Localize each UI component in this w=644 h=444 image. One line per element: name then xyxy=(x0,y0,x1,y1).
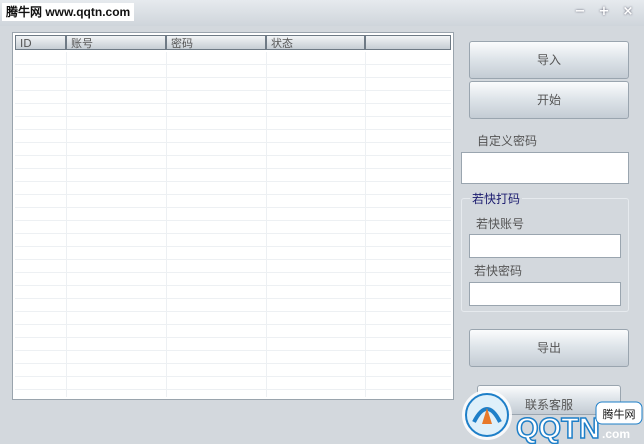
watermark-label: 腾牛网 www.qqtn.com xyxy=(2,3,135,21)
column-header-account[interactable]: 账号 xyxy=(66,35,166,50)
quick-password-label: 若快密码 xyxy=(474,264,523,278)
column-header-status[interactable]: 状态 xyxy=(266,35,365,50)
custom-password-label: 自定义密码 xyxy=(477,134,538,148)
logo-wordmark: QQTN xyxy=(516,413,600,444)
quick-account-input[interactable] xyxy=(469,234,621,258)
quick-account-label: 若快账号 xyxy=(476,217,525,231)
qqtn-logo: QQTN .com 腾牛网 xyxy=(462,390,643,444)
table-header: ID 账号 密码 状态 xyxy=(15,35,451,51)
quick-captcha-group-title: 若快打码 xyxy=(470,190,523,207)
logo-dotcom: .com xyxy=(602,427,630,441)
title-bar: 腾牛网 www.qqtn.com − + × xyxy=(0,0,644,26)
column-header-extra[interactable] xyxy=(365,35,451,50)
maximize-button[interactable]: + xyxy=(597,5,611,19)
logo-badge: 腾牛网 xyxy=(603,407,636,421)
custom-password-input[interactable] xyxy=(461,152,629,184)
close-button[interactable]: × xyxy=(621,5,635,19)
import-button[interactable]: 导入 xyxy=(469,41,629,79)
minimize-button[interactable]: − xyxy=(573,5,587,19)
export-button[interactable]: 导出 xyxy=(469,329,629,367)
quick-password-input[interactable] xyxy=(469,282,621,306)
column-header-id[interactable]: ID xyxy=(15,35,66,50)
table-body[interactable] xyxy=(15,52,451,397)
start-button[interactable]: 开始 xyxy=(469,81,629,119)
account-table[interactable]: ID 账号 密码 状态 xyxy=(12,32,454,400)
column-header-password[interactable]: 密码 xyxy=(166,35,266,50)
